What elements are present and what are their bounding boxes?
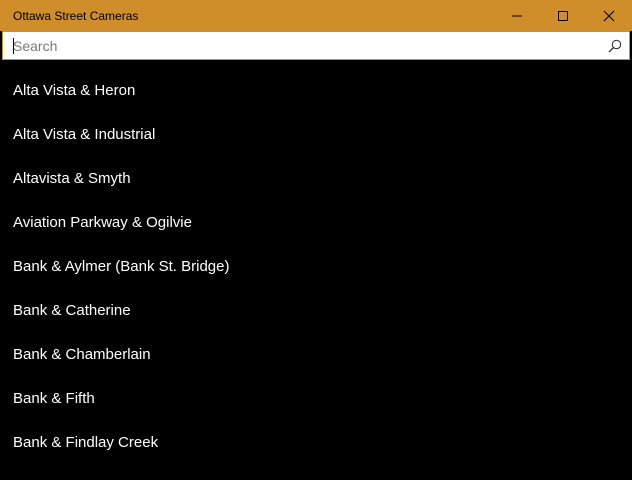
list-item[interactable]: Bank & Chamberlain	[0, 332, 632, 376]
list-item[interactable]: Altavista & Smyth	[0, 156, 632, 200]
list-item-label: Bank & Aylmer (Bank St. Bridge)	[13, 257, 230, 275]
list-item[interactable]: Bank & Catherine	[0, 288, 632, 332]
list-item[interactable]: Alta Vista & Heron	[0, 68, 632, 112]
list-item[interactable]: Bank & Findlay Creek	[0, 420, 632, 464]
search-box[interactable]	[2, 31, 630, 60]
list-item-label: Bank & Chamberlain	[13, 345, 151, 363]
list-item-label: Aviation Parkway & Ogilvie	[13, 213, 192, 231]
caption-buttons	[494, 0, 632, 31]
maximize-icon	[558, 10, 568, 21]
list-item-label: Alta Vista & Heron	[13, 81, 136, 99]
list-item-label: Alta Vista & Industrial	[13, 125, 156, 143]
list-item-label: Bank & Findlay Creek	[13, 433, 159, 451]
text-caret	[13, 38, 14, 54]
list-item[interactable]: Bank & Aylmer (Bank St. Bridge)	[0, 244, 632, 288]
title-bar[interactable]: Ottawa Street Cameras	[0, 0, 632, 31]
minimize-button[interactable]	[494, 0, 540, 31]
window-title: Ottawa Street Cameras	[13, 8, 139, 23]
close-icon	[603, 10, 615, 21]
maximize-button[interactable]	[540, 0, 586, 31]
list-item[interactable]: Bank & Fifth	[0, 376, 632, 420]
list-item[interactable]: Alta Vista & Industrial	[0, 112, 632, 156]
minimize-icon	[512, 15, 522, 16]
search-icon[interactable]	[607, 38, 623, 54]
list-item-label: Bank & Catherine	[13, 301, 131, 319]
list-item-label: Bank & Fifth	[13, 389, 95, 407]
app-window: Ottawa Street Cameras Search Alta Vista …	[0, 0, 632, 480]
list-item[interactable]: Aviation Parkway & Ogilvie	[0, 200, 632, 244]
list-item-label: Altavista & Smyth	[13, 169, 131, 187]
close-button[interactable]	[586, 0, 632, 31]
camera-list: Alta Vista & Heron Alta Vista & Industri…	[0, 68, 632, 464]
search-input[interactable]	[13, 33, 593, 58]
